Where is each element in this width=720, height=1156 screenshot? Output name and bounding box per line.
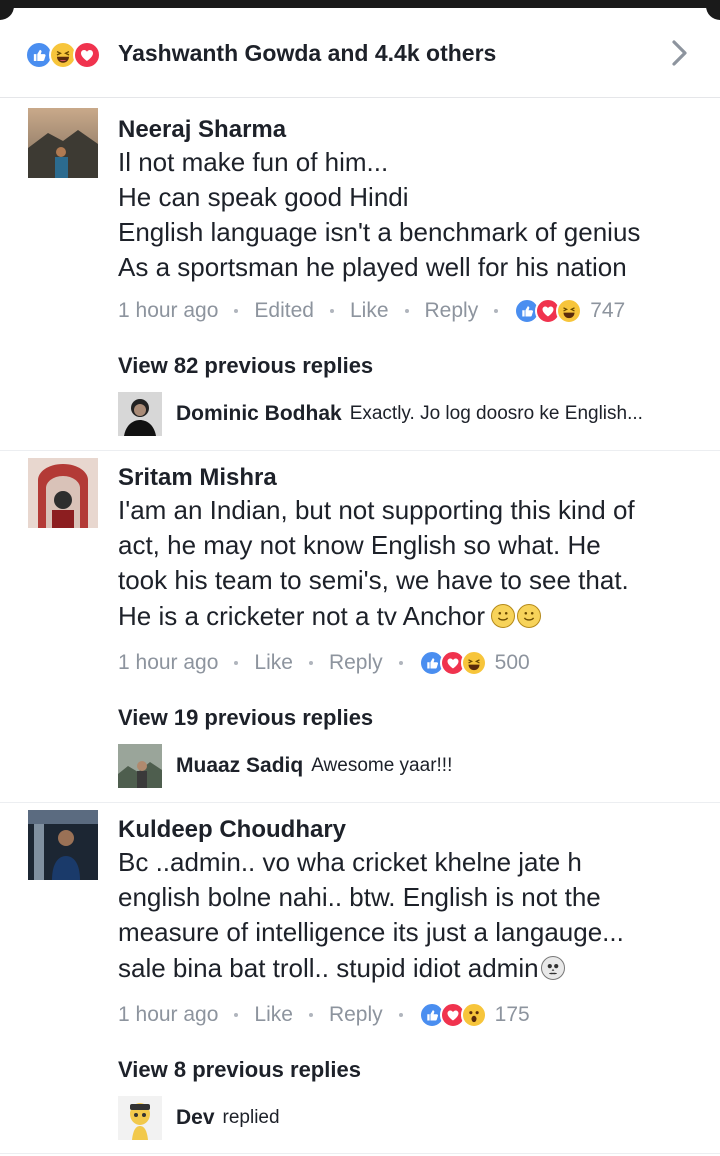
latest-reply[interactable]: Dev replied xyxy=(118,1096,280,1140)
like-button[interactable]: Like xyxy=(254,1003,293,1027)
reply-button[interactable]: Reply xyxy=(329,651,383,675)
comment-reactions[interactable]: 747 xyxy=(514,298,625,324)
separator-dot xyxy=(234,661,239,665)
view-previous-replies-link[interactable]: View 82 previous replies xyxy=(118,353,373,379)
edited-label[interactable]: Edited xyxy=(254,299,314,323)
reply-author-name[interactable]: Dominic Bodhak xyxy=(176,402,342,426)
reply-text: replied xyxy=(222,1107,280,1128)
commenter-name[interactable]: Sritam Mishra xyxy=(118,464,277,492)
divider xyxy=(0,1153,720,1154)
reply-button[interactable]: Reply xyxy=(425,299,479,323)
like-button[interactable]: Like xyxy=(254,651,293,675)
comment-timestamp: 1 hour ago xyxy=(118,1003,219,1026)
comment-text-line: measure of intelligence its just a langa… xyxy=(118,917,624,947)
reply-text: Awesome yaar!!! xyxy=(311,755,453,776)
separator-dot xyxy=(398,661,403,665)
wow-icon xyxy=(460,1002,487,1028)
separator-dot xyxy=(494,309,499,313)
comment-meta: 1 hour ago Like Reply 175 xyxy=(118,1000,530,1030)
comment-text-line: Bc ..admin.. vo wha cricket khelne jate … xyxy=(118,847,582,877)
comment-text: sale bina bat troll.. stupid idiot admin xyxy=(118,953,539,983)
comment-text: He is a cricketer not a tv Anchor xyxy=(118,601,486,631)
haha-icon xyxy=(460,650,487,676)
comment-meta: 1 hour ago Edited Like Reply 747 xyxy=(118,296,625,326)
view-previous-replies-link[interactable]: View 19 previous replies xyxy=(118,705,373,731)
avatar[interactable] xyxy=(28,810,98,880)
reply-avatar[interactable] xyxy=(118,1096,162,1140)
comment-meta: 1 hour ago Like Reply 500 xyxy=(118,648,530,678)
comment-text-line: sale bina bat troll.. stupid idiot admin xyxy=(118,953,565,984)
skull-emoji xyxy=(540,956,565,980)
love-icon xyxy=(73,41,101,69)
comment-timestamp: 1 hour ago xyxy=(118,299,219,322)
avatar[interactable] xyxy=(28,458,98,528)
reactions-summary-bar[interactable]: Yashwanth Gowda and 4.4k others xyxy=(0,8,720,98)
divider xyxy=(0,450,720,451)
comment-item: Kuldeep Choudhary Bc ..admin.. vo wha cr… xyxy=(0,804,720,1154)
like-button[interactable]: Like xyxy=(350,299,389,323)
reaction-count: 175 xyxy=(494,1003,530,1026)
reactions-summary-text[interactable]: Yashwanth Gowda and 4.4k others xyxy=(118,40,496,67)
divider xyxy=(0,802,720,803)
smile-emoji xyxy=(517,604,542,628)
separator-dot xyxy=(234,309,239,313)
separator-dot xyxy=(308,1013,313,1017)
separator-dot xyxy=(398,1013,403,1017)
comment-text-line: He is a cricketer not a tv Anchor xyxy=(118,601,542,632)
comment-reactions[interactable]: 175 xyxy=(418,1002,530,1028)
smile-emoji xyxy=(491,604,516,628)
comment-text-line: took his team to semi's, we have to see … xyxy=(118,565,629,595)
commenter-name[interactable]: Neeraj Sharma xyxy=(118,116,286,144)
separator-dot xyxy=(404,309,409,313)
comment-text-line: As a sportsman he played well for his na… xyxy=(118,252,627,282)
comment-text-line: act, he may not know English so what. He xyxy=(118,530,601,560)
reaction-count: 500 xyxy=(494,651,530,674)
separator-dot xyxy=(308,661,313,665)
comment-text-line: Il not make fun of him... xyxy=(118,147,389,177)
comment-item: Neeraj Sharma Il not make fun of him... … xyxy=(0,100,720,450)
comment-text-line: I'am an Indian, but not supporting this … xyxy=(118,495,635,525)
comment-text-line: english bolne nahi.. btw. English is not… xyxy=(118,882,601,912)
avatar[interactable] xyxy=(28,108,98,178)
view-previous-replies-link[interactable]: View 8 previous replies xyxy=(118,1057,361,1083)
reaction-count: 747 xyxy=(590,299,626,322)
top-edge xyxy=(0,0,720,20)
separator-dot xyxy=(329,309,334,313)
comment-timestamp: 1 hour ago xyxy=(118,651,219,674)
commenter-name[interactable]: Kuldeep Choudhary xyxy=(118,816,346,844)
comment-item: Sritam Mishra I'am an Indian, but not su… xyxy=(0,452,720,802)
comment-text-line: He can speak good Hindi xyxy=(118,182,409,212)
reply-text: Exactly. Jo log doosro ke English... xyxy=(349,403,643,424)
latest-reply[interactable]: Muaaz Sadiq Awesome yaar!!! xyxy=(118,744,452,788)
comment-reactions[interactable]: 500 xyxy=(418,650,530,676)
haha-icon xyxy=(556,298,583,324)
comment-text-line: English language isn't a benchmark of ge… xyxy=(118,217,641,247)
separator-dot xyxy=(234,1013,239,1017)
reply-author-name[interactable]: Muaaz Sadiq xyxy=(176,754,303,778)
reply-author-name[interactable]: Dev xyxy=(176,1106,215,1130)
chevron-right-icon[interactable] xyxy=(662,36,696,70)
reply-avatar[interactable] xyxy=(118,392,162,436)
latest-reply[interactable]: Dominic Bodhak Exactly. Jo log doosro ke… xyxy=(118,392,643,436)
reply-avatar[interactable] xyxy=(118,744,162,788)
reply-button[interactable]: Reply xyxy=(329,1003,383,1027)
reactions-summary-icons xyxy=(25,41,101,69)
